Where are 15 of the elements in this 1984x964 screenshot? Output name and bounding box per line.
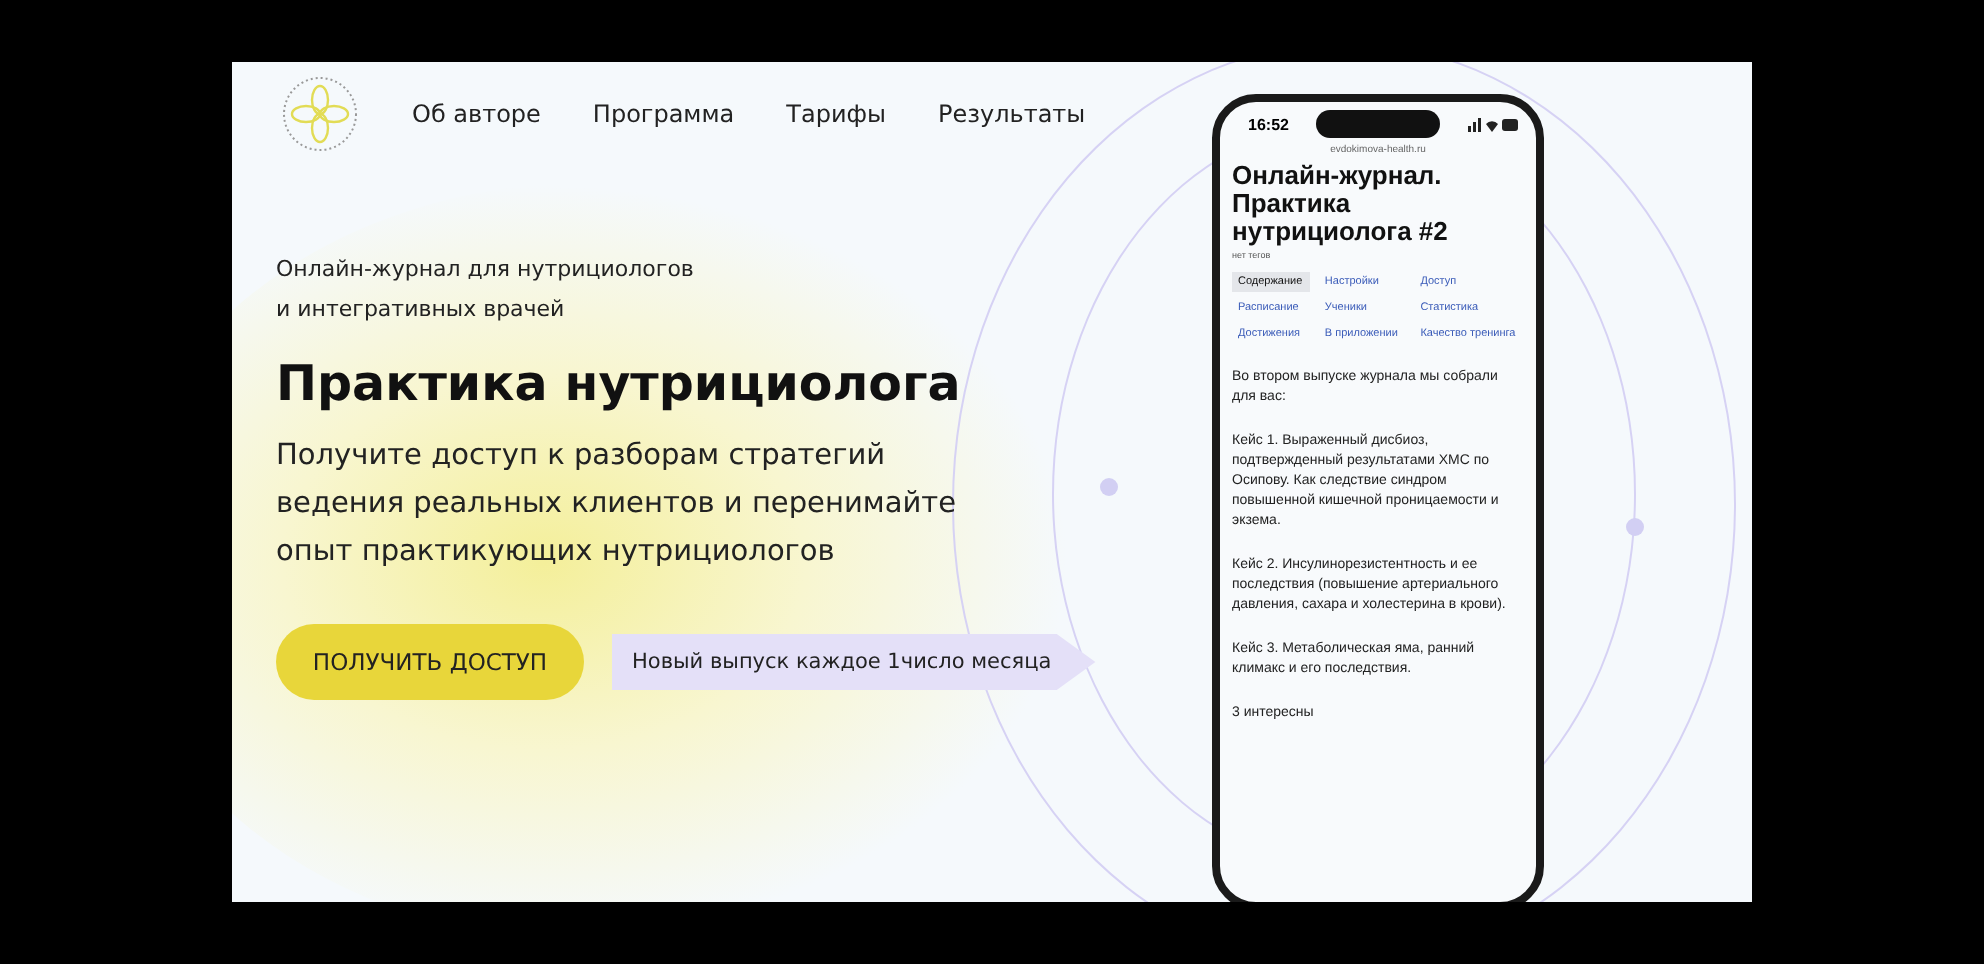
nav-link[interactable]: Об авторе <box>412 100 541 128</box>
decorative-dot <box>1100 478 1118 496</box>
status-icons-icon <box>1468 117 1520 131</box>
hero-lead: Получите доступ к разборам стратегий ведения реальных клиентов и перенимайте опыт практикующих нутрициологов <box>276 438 958 572</box>
hero-subtitle: Онлайн-журнал для нутрициологов и интегративных врачей <box>276 254 696 326</box>
flower-logo-icon[interactable] <box>280 74 360 154</box>
release-note: Новый выпуск каждое 1число месяца <box>612 634 1096 690</box>
journal-title: Онлайн-журнал. Практика нутрициолога #2 <box>1232 162 1450 246</box>
hero-title: Практика нутрициолога <box>276 354 963 412</box>
get-access-button[interactable]: ПОЛУЧИТЬ ДОСТУП <box>276 624 584 700</box>
nav-link[interactable]: Программа <box>592 100 735 128</box>
camera-island-icon <box>1316 110 1441 138</box>
status-time: 16:52 <box>1248 115 1289 133</box>
nav-link[interactable]: Тарифы <box>786 100 886 128</box>
nav-link[interactable]: Результаты <box>937 100 1086 128</box>
